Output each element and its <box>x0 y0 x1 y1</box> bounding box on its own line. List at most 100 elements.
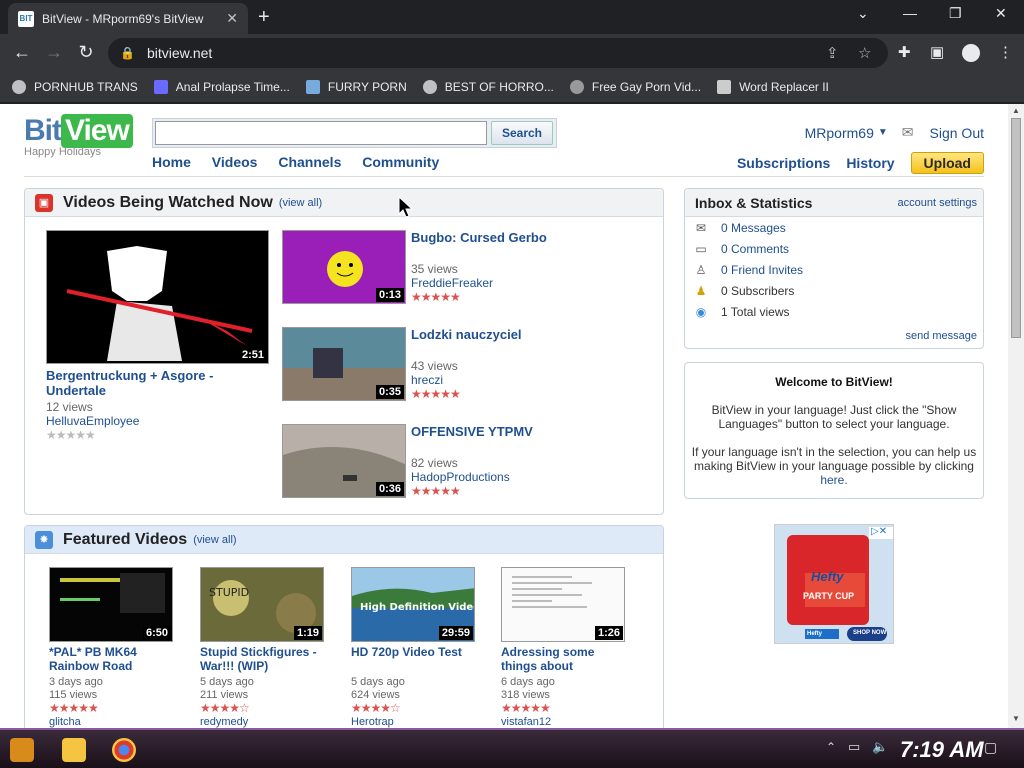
nav-community[interactable]: Community <box>362 154 439 170</box>
address-bar[interactable]: 🔒 bitview.net ⇪ ☆ <box>108 38 888 68</box>
url-text[interactable]: bitview.net <box>147 45 212 61</box>
close-window-icon[interactable]: ✕ <box>995 5 1007 22</box>
video-thumbnail[interactable]: 2:51 <box>46 230 269 364</box>
close-tab-icon[interactable]: ✕ <box>226 10 238 27</box>
send-message-link[interactable]: send message <box>905 330 977 342</box>
star-rating: ★★★★☆ <box>351 701 401 715</box>
bookmark-label: BEST OF HORRO... <box>444 80 554 94</box>
video-title-link[interactable]: Lodzki nauczyciel <box>411 327 522 342</box>
bookmark-item[interactable]: Word Replacer II <box>717 80 829 94</box>
profile-icon[interactable] <box>962 44 980 62</box>
thumbnail-image <box>47 231 268 363</box>
scroll-down-icon[interactable]: ▼ <box>1012 714 1020 723</box>
video-title-link[interactable]: HD 720p Video Test <box>351 645 475 659</box>
scrollbar-thumb[interactable] <box>1011 118 1021 338</box>
video-thumbnail[interactable]: STUPID 1:19 <box>200 567 324 642</box>
ad-brand: Hefty <box>811 569 844 584</box>
video-user-link[interactable]: HadopProductions <box>411 470 510 484</box>
extensions-icon[interactable]: ✚ <box>898 43 911 61</box>
video-title-link[interactable]: Stupid Stickfigures - War!!! (WIP) <box>200 645 324 673</box>
video-thumbnail[interactable]: 1:26 <box>501 567 625 642</box>
account-settings-link[interactable]: account settings <box>898 197 978 209</box>
reload-icon[interactable]: ↻ <box>74 42 98 63</box>
restore-icon[interactable]: ❐ <box>949 5 962 22</box>
bookmark-item[interactable]: Free Gay Porn Vid... <box>569 80 701 94</box>
volume-icon[interactable]: 🔈 <box>872 739 888 755</box>
advertisement[interactable]: Hefty PARTY CUP Hefty SHOP NOW ▷✕ <box>774 524 894 644</box>
envelope-icon: ✉ <box>695 221 707 235</box>
username-link[interactable]: MRporm69 <box>805 125 874 141</box>
mail-icon[interactable]: ✉ <box>902 124 914 141</box>
menu-icon[interactable]: ⋮ <box>998 43 1013 61</box>
video-thumbnail[interactable]: 0:13 <box>282 230 406 304</box>
video-user-link[interactable]: FreddieFreaker <box>411 276 493 290</box>
start-icon[interactable] <box>10 738 34 762</box>
tab-search-icon[interactable]: ⌄ <box>857 5 869 22</box>
star-rating: ★★★★★ <box>501 701 551 715</box>
bookmark-item[interactable]: PORNHUB TRANS <box>12 80 138 94</box>
video-thumbnail[interactable]: 6:50 <box>49 567 173 642</box>
chrome-icon[interactable] <box>112 738 136 762</box>
video-user-link[interactable]: redymedy <box>200 716 248 728</box>
view-all-link[interactable]: (view all) <box>279 197 322 209</box>
here-link[interactable]: here. <box>820 473 847 487</box>
network-icon[interactable]: ▭ <box>848 739 860 755</box>
video-user-link[interactable]: hreczi <box>411 373 443 387</box>
video-thumbnail[interactable]: High Definition Video 29:59 <box>351 567 475 642</box>
search-input[interactable] <box>155 121 487 145</box>
inbox-row-label: 0 Subscribers <box>721 284 795 298</box>
browser-tab[interactable]: BIT BitView - MRporm69's BitView ✕ <box>8 3 248 34</box>
bookmark-item[interactable]: Anal Prolapse Time... <box>153 80 290 94</box>
adchoices-icon[interactable]: ▷✕ <box>871 526 887 537</box>
video-user-link[interactable]: glitcha <box>49 716 81 728</box>
panel-title: Inbox & Statistics <box>695 194 813 211</box>
tab-bar: BIT BitView - MRporm69's BitView ✕ + ⌄ —… <box>0 0 1024 34</box>
signout-link[interactable]: Sign Out <box>930 125 984 141</box>
nav-home[interactable]: Home <box>152 154 191 170</box>
subscriptions-link[interactable]: Subscriptions <box>737 155 830 171</box>
video-duration: 2:51 <box>238 348 267 362</box>
page-scrollbar[interactable]: ▲ ▼ <box>1008 104 1024 728</box>
inbox-row[interactable]: ✉ 0 Messages <box>693 221 975 235</box>
bookmark-icon <box>305 80 320 94</box>
scroll-up-icon[interactable]: ▲ <box>1012 106 1020 115</box>
video-thumbnail[interactable]: 0:35 <box>282 327 406 401</box>
view-all-link[interactable]: (view all) <box>193 534 236 546</box>
star-icon[interactable]: ☆ <box>858 44 871 62</box>
back-icon[interactable]: ← <box>10 42 34 63</box>
search-button[interactable]: Search <box>491 121 553 145</box>
sidepanel-icon[interactable]: ▣ <box>930 43 944 61</box>
lock-icon[interactable]: 🔒 <box>120 46 135 60</box>
video-title-link[interactable]: Bergentruckung + Asgore - Undertale <box>46 368 269 398</box>
nav-videos[interactable]: Videos <box>212 154 258 170</box>
video-user-link[interactable]: Herotrap <box>351 716 394 728</box>
video-user-link[interactable]: vistafan12 <box>501 716 551 728</box>
new-tab-icon[interactable]: + <box>258 6 270 29</box>
inbox-panel: Inbox & Statistics account settings ✉ 0 M… <box>684 188 984 349</box>
inbox-row[interactable]: ♙ 0 Friend Invites <box>693 263 975 277</box>
share-icon[interactable]: ⇪ <box>826 44 839 62</box>
notifications-icon[interactable]: ▢ <box>984 739 997 756</box>
inbox-row[interactable]: ▭ 0 Comments <box>693 242 975 256</box>
video-thumbnail[interactable]: 0:36 <box>282 424 406 498</box>
history-link[interactable]: History <box>846 155 894 171</box>
site-logo[interactable]: Bit View Happy Holidays <box>24 114 133 158</box>
file-explorer-icon[interactable] <box>62 738 86 762</box>
star-rating: ★★★★★ <box>49 701 99 715</box>
bookmark-item[interactable]: BEST OF HORRO... <box>422 80 554 94</box>
nav-channels[interactable]: Channels <box>278 154 341 170</box>
upload-button[interactable]: Upload <box>910 152 984 174</box>
chevron-down-icon[interactable]: ▼ <box>878 127 888 138</box>
forward-icon[interactable]: → <box>42 42 66 63</box>
video-title-link[interactable]: OFFENSIVE YTPMV <box>411 424 533 439</box>
inbox-header: Inbox & Statistics account settings <box>685 189 983 217</box>
video-duration: 0:13 <box>375 288 404 302</box>
bookmark-item[interactable]: FURRY PORN <box>305 80 407 94</box>
video-user-link[interactable]: HelluvaEmployee <box>46 414 139 428</box>
video-title-link[interactable]: Bugbo: Cursed Gerbo <box>411 230 547 245</box>
tray-chevron-icon[interactable]: ⌃ <box>826 740 836 754</box>
minimize-icon[interactable]: — <box>903 5 917 21</box>
video-title-link[interactable]: *PAL* PB MK64 Rainbow Road <box>49 645 173 673</box>
video-title-link[interactable]: Adressing some things about <box>501 645 625 673</box>
taskbar-clock[interactable]: 7:19 AM <box>900 737 984 763</box>
